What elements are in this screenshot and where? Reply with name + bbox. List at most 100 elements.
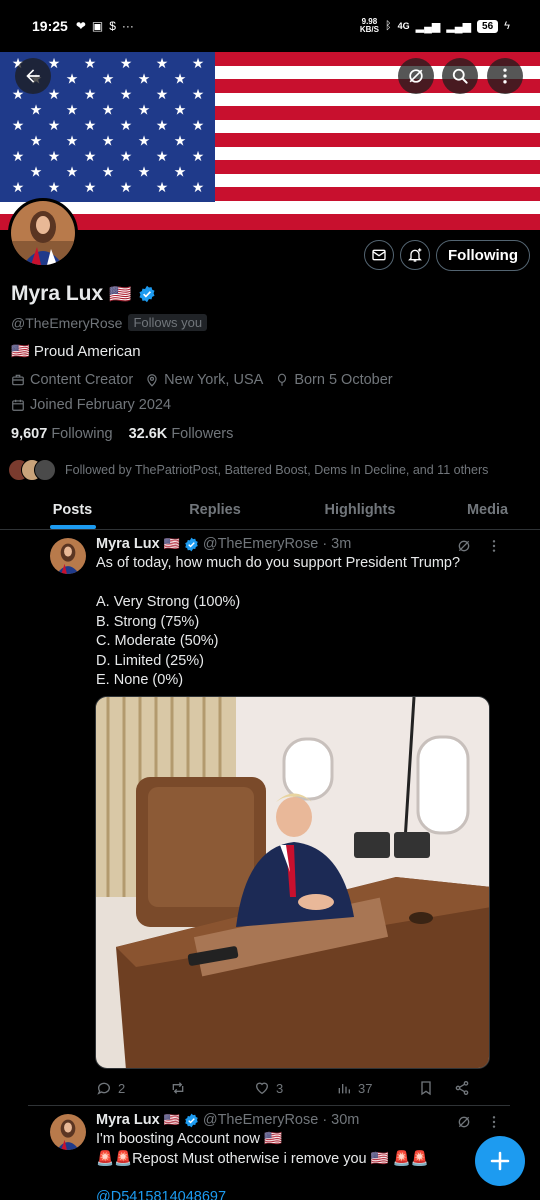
profile-meta-row-2: Joined February 2024 bbox=[11, 397, 171, 413]
avatar-image bbox=[11, 201, 75, 265]
flag-star: ★ bbox=[30, 164, 43, 180]
post-avatar[interactable] bbox=[50, 538, 86, 574]
post-text: As of today, how much do you support Pre… bbox=[96, 555, 461, 688]
back-button[interactable] bbox=[15, 58, 51, 94]
post-image[interactable] bbox=[95, 696, 490, 1069]
balloon-icon bbox=[278, 373, 287, 386]
repost-icon bbox=[172, 1082, 184, 1094]
location-pin-icon bbox=[147, 374, 157, 387]
post-more-icon[interactable] bbox=[486, 1114, 502, 1130]
status-bar: 19:25 ❤ ▣ $ ··· 9.98 KB/S ᛒ 4G ▂▄▆ ▂▄▆ 5… bbox=[0, 0, 540, 52]
arrow-left-icon bbox=[26, 69, 40, 83]
bell-plus-icon bbox=[408, 248, 422, 262]
flag-star: ★ bbox=[156, 55, 169, 71]
post-author-name[interactable]: Myra Lux bbox=[96, 536, 160, 552]
post-author-handle: @TheEmeryRose bbox=[202, 536, 319, 552]
flag-star: ★ bbox=[156, 86, 169, 102]
battery-level: 56 bbox=[477, 19, 499, 33]
post-author-flag: 🇺🇸 bbox=[163, 536, 180, 551]
flag-star: ★ bbox=[138, 71, 151, 87]
flag-star: ★ bbox=[84, 117, 97, 133]
like-count: 3 bbox=[276, 1080, 284, 1096]
post-avatar-image bbox=[50, 538, 86, 574]
compose-button[interactable] bbox=[475, 1136, 525, 1186]
flag-star: ★ bbox=[48, 179, 61, 195]
share-action[interactable] bbox=[454, 1080, 470, 1096]
location-text: New York, USA bbox=[164, 372, 264, 388]
tab-replies[interactable]: Replies bbox=[145, 490, 285, 529]
status-left-icons: ❤ ▣ $ ··· bbox=[76, 19, 134, 33]
more-button[interactable] bbox=[487, 58, 523, 94]
followers-count-link[interactable]: 32.6K Followers bbox=[129, 426, 234, 442]
followers-count: 32.6K bbox=[128, 426, 168, 442]
views-action[interactable]: 37 bbox=[336, 1080, 418, 1096]
verified-badge-icon bbox=[185, 1113, 198, 1127]
share-icon bbox=[455, 1081, 469, 1095]
grok-icon bbox=[409, 69, 423, 83]
flag-star: ★ bbox=[30, 102, 43, 118]
message-button[interactable] bbox=[364, 240, 394, 270]
post-author-name[interactable]: Myra Lux bbox=[96, 1112, 160, 1128]
tab-media[interactable]: Media bbox=[435, 490, 540, 529]
flag-star: ★ bbox=[192, 86, 205, 102]
flag-star: ★ bbox=[102, 71, 115, 87]
reply-action[interactable]: 2 bbox=[96, 1080, 170, 1096]
flag-star: ★ bbox=[30, 133, 43, 149]
reply-count: 2 bbox=[118, 1080, 126, 1096]
heart-icon bbox=[255, 1082, 269, 1095]
profile-bio: 🇺🇸 Proud American bbox=[11, 343, 141, 360]
flag-star: ★ bbox=[120, 179, 133, 195]
post-engagement-bar: 2 3 37 bbox=[96, 1080, 486, 1096]
tab-posts[interactable]: Posts bbox=[0, 490, 145, 529]
post-mention-link[interactable]: @D5415814048697 bbox=[96, 1188, 496, 1200]
like-action[interactable]: 3 bbox=[254, 1080, 336, 1096]
verified-badge-icon bbox=[139, 285, 155, 303]
flag-star: ★ bbox=[84, 179, 97, 195]
more-vertical-icon bbox=[503, 68, 507, 84]
flag-star: ★ bbox=[138, 164, 151, 180]
post-time: · 30m bbox=[322, 1112, 360, 1128]
followed-by-row[interactable]: Followed by ThePatriotPost, Battered Boo… bbox=[8, 459, 488, 481]
flag-star: ★ bbox=[156, 148, 169, 164]
following-count: 9,607 bbox=[11, 426, 48, 442]
grok-icon[interactable] bbox=[456, 1114, 472, 1130]
following-button[interactable]: Following bbox=[436, 240, 530, 271]
flag-star: ★ bbox=[120, 55, 133, 71]
flag-star: ★ bbox=[192, 55, 205, 71]
post-more-icon[interactable] bbox=[486, 538, 502, 554]
search-button[interactable] bbox=[442, 58, 478, 94]
post-divider bbox=[28, 1105, 510, 1106]
post-avatar-image bbox=[50, 1114, 86, 1150]
grok-icon[interactable] bbox=[456, 538, 472, 554]
joined-item: Joined February 2024 bbox=[11, 397, 171, 413]
flag-star: ★ bbox=[120, 148, 133, 164]
grok-button[interactable] bbox=[398, 58, 434, 94]
ellipsis-icon: ··· bbox=[121, 19, 134, 33]
envelope-icon bbox=[372, 249, 386, 261]
category-text: Content Creator bbox=[30, 372, 134, 388]
flag-star: ★ bbox=[120, 117, 133, 133]
verified-badge-icon bbox=[185, 537, 198, 551]
following-count-link[interactable]: 9,607 Following bbox=[11, 426, 113, 442]
flag-star: ★ bbox=[84, 148, 97, 164]
flag-star: ★ bbox=[48, 117, 61, 133]
repost-action[interactable] bbox=[170, 1080, 254, 1096]
follow-counts: 9,607 Following 32.6K Followers bbox=[11, 426, 233, 442]
views-icon bbox=[338, 1084, 350, 1094]
profile-name-text: Myra Lux bbox=[11, 282, 104, 305]
post-time: · 3m bbox=[322, 536, 352, 552]
notifications-button[interactable] bbox=[400, 240, 430, 270]
profile-tabs: Posts Replies Highlights Media bbox=[0, 490, 540, 530]
post-avatar[interactable] bbox=[50, 1114, 86, 1150]
briefcase-icon bbox=[12, 374, 24, 386]
handle-row: @TheEmeryRose Follows you bbox=[11, 314, 208, 331]
flag-star: ★ bbox=[120, 86, 133, 102]
search-icon bbox=[452, 68, 468, 84]
profile-avatar[interactable] bbox=[8, 198, 78, 268]
mini-avatar bbox=[34, 459, 56, 481]
bookmark-action[interactable] bbox=[418, 1080, 454, 1096]
calendar-icon bbox=[12, 399, 24, 411]
flag-star: ★ bbox=[102, 164, 115, 180]
flag-star: ★ bbox=[48, 86, 61, 102]
tab-highlights[interactable]: Highlights bbox=[285, 490, 435, 529]
